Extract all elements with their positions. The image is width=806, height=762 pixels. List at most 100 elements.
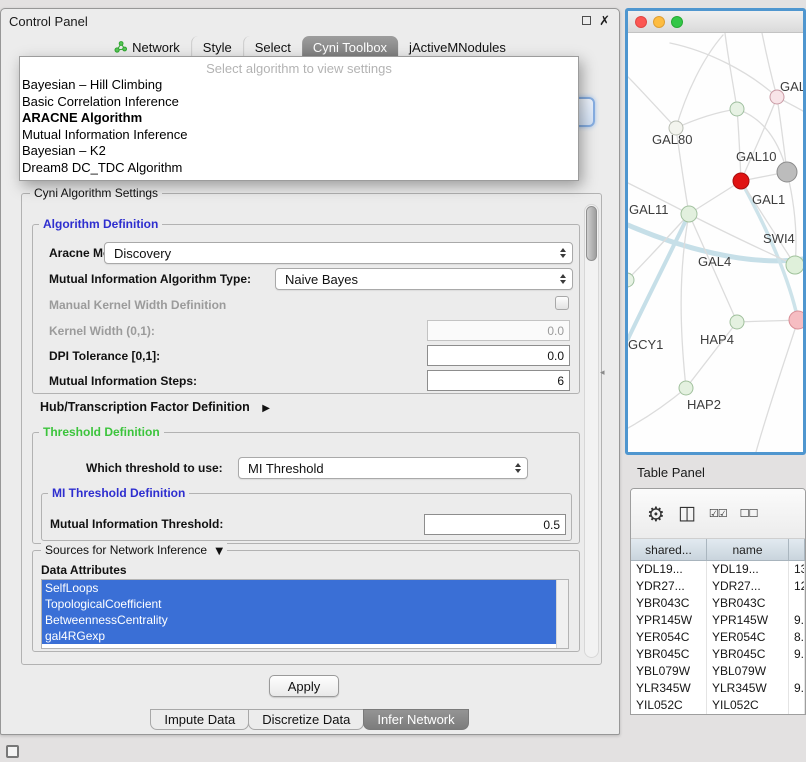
network-edge[interactable]: [628, 388, 686, 428]
table-settings-gear-icon[interactable]: ⚙: [647, 504, 665, 524]
close-window-icon[interactable]: [635, 16, 647, 28]
table-cell: YLR345W: [631, 680, 707, 697]
settings-scrollbar-thumb[interactable]: [586, 206, 597, 261]
network-edge[interactable]: [681, 214, 689, 388]
network-node[interactable]: [786, 256, 803, 274]
mi-threshold-field[interactable]: [424, 514, 566, 535]
algorithm-option-aracne-algorithm[interactable]: ARACNE Algorithm: [20, 110, 578, 127]
node-label-gal4: GAL4: [698, 254, 731, 269]
network-node[interactable]: [733, 173, 749, 189]
aracne-mode-value: Discovery: [114, 246, 171, 261]
algorithm-option-bayesian-k2[interactable]: Bayesian – K2: [20, 143, 578, 160]
deselect-all-rows-icon[interactable]: ☐☐: [740, 508, 758, 519]
network-edge[interactable]: [737, 109, 741, 181]
close-panel-icon[interactable]: ✗: [599, 15, 610, 26]
tab-jactivemnodules[interactable]: jActiveMNodules: [398, 36, 517, 58]
table-row[interactable]: YLR345WYLR345W9.: [631, 680, 805, 697]
algorithm-option-bayesian-hill-climbing[interactable]: Bayesian – Hill Climbing: [20, 77, 578, 94]
restore-panel-icon[interactable]: [6, 745, 19, 758]
network-edge[interactable]: [762, 33, 777, 97]
bottom-tab-impute-data[interactable]: Impute Data: [150, 709, 249, 730]
network-edge[interactable]: [741, 97, 777, 181]
bottom-tab-discretize-data[interactable]: Discretize Data: [248, 709, 364, 730]
table-cell: YIL052C: [631, 697, 707, 714]
attribute-item-selfloops[interactable]: SelfLoops: [42, 580, 556, 596]
bottom-tab-infer-network[interactable]: Infer Network: [363, 709, 468, 730]
settings-scrollbar-track: [584, 204, 599, 658]
network-edge[interactable]: [628, 214, 689, 280]
table-row[interactable]: YBL079WYBL079W: [631, 663, 805, 680]
network-edge[interactable]: [777, 97, 787, 172]
sources-title-text: Sources for Network Inference: [45, 543, 207, 557]
network-canvas[interactable]: GALGAL80GAL10GAL11GAL1SWI4GAL4GCY1HAP4HA…: [628, 33, 803, 452]
network-edge[interactable]: [628, 214, 689, 339]
tab-style[interactable]: Style: [191, 36, 243, 58]
table-row[interactable]: YER054CYER054C8.: [631, 629, 805, 646]
list-scrollbar-track[interactable]: [556, 580, 568, 648]
dpi-tolerance-field[interactable]: [427, 345, 570, 366]
network-node[interactable]: [789, 311, 803, 329]
mi-algorithm-type-select[interactable]: Naive Bayes: [275, 268, 573, 290]
minimize-window-icon[interactable]: [653, 16, 665, 28]
manual-kernel-width-checkbox[interactable]: [555, 296, 569, 310]
data-attributes-label: Data Attributes: [41, 563, 127, 577]
table-toolbar: ⚙ ◫ ☑☑ ☐☐: [631, 489, 805, 539]
table-row[interactable]: YBR045CYBR045C9.: [631, 646, 805, 663]
algorithm-option-dream8-dc-tdc-algorithm[interactable]: Dream8 DC_TDC Algorithm: [20, 160, 578, 177]
algorithm-popup-placeholder: Select algorithm to view settings: [20, 60, 578, 77]
data-attributes-list: SelfLoopsTopologicalCoefficientBetweenne…: [42, 580, 568, 644]
network-node[interactable]: [679, 381, 693, 395]
hub-factor-section-toggle[interactable]: Hub/Transcription Factor Definition ▶: [40, 400, 270, 414]
tab-cyni-toolbox[interactable]: Cyni Toolbox: [302, 36, 398, 58]
mi-steps-field[interactable]: [427, 370, 570, 391]
algorithm-option-mutual-information-inference[interactable]: Mutual Information Inference: [20, 127, 578, 144]
network-edge[interactable]: [628, 77, 676, 128]
float-panel-icon[interactable]: [582, 16, 591, 25]
control-panel-titlebar: Control Panel ✗: [1, 9, 619, 33]
zoom-window-icon[interactable]: [671, 16, 683, 28]
network-edge[interactable]: [670, 43, 777, 97]
table-row[interactable]: YBR043CYBR043C: [631, 595, 805, 612]
network-edge[interactable]: [689, 181, 741, 214]
network-node[interactable]: [730, 102, 744, 116]
network-node[interactable]: [730, 315, 744, 329]
network-node[interactable]: [777, 162, 797, 182]
table-body: YDL19...YDL19...13YDR27...YDR27...12YBR0…: [631, 561, 805, 714]
network-edge[interactable]: [725, 33, 737, 109]
aracne-mode-select[interactable]: Discovery: [104, 242, 573, 264]
table-row[interactable]: YPR145WYPR145W9.: [631, 612, 805, 629]
column-header-name[interactable]: name: [707, 539, 789, 560]
table-row[interactable]: YDR27...YDR27...12: [631, 578, 805, 595]
network-edge[interactable]: [676, 109, 737, 128]
attribute-item-betweennesscentrality[interactable]: BetweennessCentrality: [42, 612, 556, 628]
threshold-definition-title: Threshold Definition: [39, 425, 164, 439]
network-node[interactable]: [628, 273, 634, 287]
which-threshold-select[interactable]: MI Threshold: [238, 457, 528, 479]
sources-group-title[interactable]: Sources for Network Inference ▼: [41, 543, 227, 557]
tab-select[interactable]: Select: [243, 36, 302, 58]
network-node[interactable]: [681, 206, 697, 222]
table-cell: YPR145W: [707, 612, 789, 629]
tab-label: jActiveMNodules: [409, 40, 506, 55]
network-edge[interactable]: [756, 320, 798, 452]
attribute-item-topologicalcoefficient[interactable]: TopologicalCoefficient: [42, 596, 556, 612]
column-header-extra[interactable]: [789, 539, 805, 560]
table-cell: 12: [789, 578, 805, 595]
tab-network[interactable]: Network: [103, 36, 191, 58]
table-row[interactable]: YDL19...YDL19...13: [631, 561, 805, 578]
select-all-rows-icon[interactable]: ☑☑: [709, 508, 727, 519]
table-cell: [789, 663, 805, 680]
attribute-item-gal4rgexp[interactable]: gal4RGexp: [42, 628, 556, 644]
algorithm-dropdown-popup: Select algorithm to view settings Bayesi…: [19, 56, 579, 181]
algorithm-option-basic-correlation-inference[interactable]: Basic Correlation Inference: [20, 94, 578, 111]
table-header-row: shared...name: [631, 539, 805, 561]
column-visibility-icon[interactable]: ◫: [678, 504, 696, 523]
column-header-shared[interactable]: shared...: [631, 539, 707, 560]
table-row[interactable]: YIL052CYIL052C: [631, 697, 805, 714]
network-edge[interactable]: [787, 172, 796, 265]
table-cell: 9.: [789, 680, 805, 697]
node-label-hap2: HAP2: [687, 397, 721, 412]
panel-collapse-handle[interactable]: ◂: [600, 368, 605, 378]
table-panel-window: ⚙ ◫ ☑☑ ☐☐ shared...name YDL19...YDL19...…: [630, 488, 806, 715]
apply-button[interactable]: Apply: [269, 675, 339, 697]
